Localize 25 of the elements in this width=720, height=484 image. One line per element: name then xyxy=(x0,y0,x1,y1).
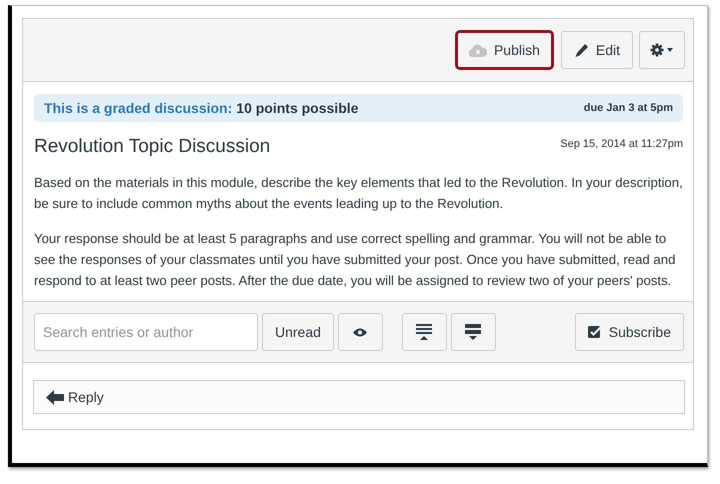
cloud-icon xyxy=(468,44,487,56)
expand-icon xyxy=(416,324,432,340)
reply-arrow-icon xyxy=(46,390,64,404)
publish-button[interactable]: Publish xyxy=(454,30,554,70)
collapse-button[interactable] xyxy=(450,313,496,351)
settings-button[interactable] xyxy=(639,31,685,69)
collapse-icon xyxy=(465,324,482,340)
subscribe-button[interactable]: Subscribe xyxy=(574,313,684,351)
expand-button[interactable] xyxy=(402,313,447,351)
eye-button[interactable] xyxy=(338,313,383,351)
points-text: 10 points possible xyxy=(236,100,358,116)
checkbox-icon xyxy=(588,325,602,339)
graded-label: This is a graded discussion: xyxy=(44,100,232,116)
body-paragraph: Your response should be at least 5 paragraphs and use correct spelling and grammar. You will not be able to see the responses of your classmates until you have submitted your post. Once you have submitted, read and respond to at least two peer posts. After the due date, you will be assigned to review two of your peers' posts. xyxy=(34,230,676,290)
discussion-title: Revolution Topic Discussion xyxy=(34,136,270,158)
due-date: due Jan 3 at 5pm xyxy=(584,102,673,114)
body-paragraph: Based on the materials in this module, describe the key elements that led to the Revolution. In your description, be sure to include common myths about the events leading up to the Revolution. xyxy=(34,174,683,213)
unread-button[interactable]: Unread xyxy=(262,313,334,351)
reply-button[interactable]: Reply xyxy=(33,380,685,414)
settings-icon xyxy=(650,43,674,57)
posted-date: Sep 15, 2014 at 11:27pm xyxy=(560,138,683,150)
search-field[interactable]: Search entries or author xyxy=(34,313,258,351)
edit-button[interactable]: Edit xyxy=(560,31,633,69)
pencil-icon xyxy=(574,42,589,58)
eye-icon xyxy=(353,328,368,336)
